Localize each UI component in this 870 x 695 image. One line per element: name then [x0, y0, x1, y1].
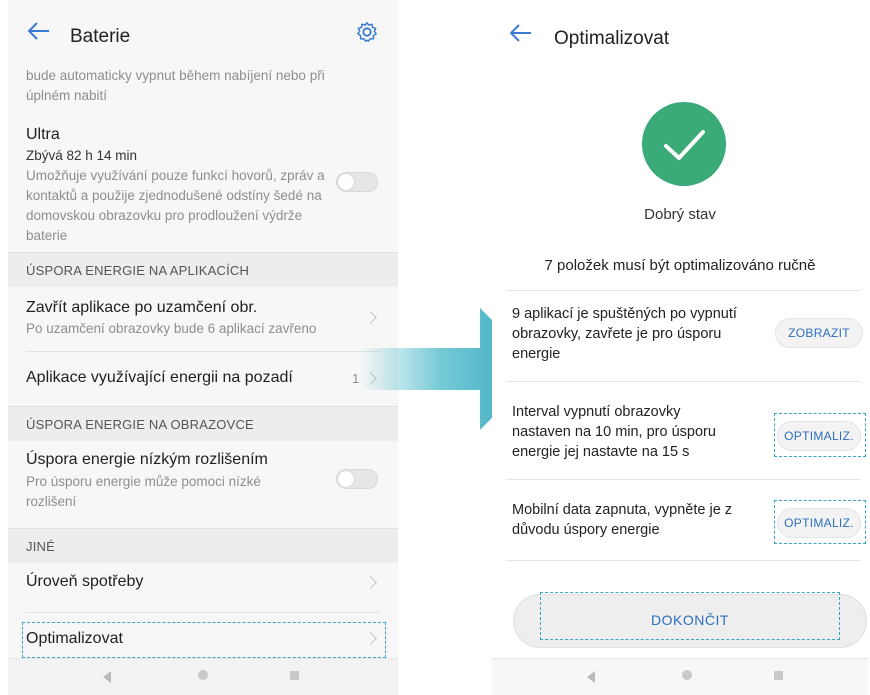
page-title: Baterie: [70, 26, 131, 47]
section-label: ÚSPORA ENERGIE NA OBRAZOVCE: [26, 417, 254, 432]
close-apps-title: Zavřít aplikace po uzamčení obr.: [26, 299, 258, 316]
optimize-screen: Optimalizovat Dobrý stav 7 položek musí …: [492, 0, 868, 695]
background-apps-count: 1: [352, 371, 360, 386]
back-arrow-icon[interactable]: [510, 24, 532, 42]
partial-description: bude automaticky vypnut během nabíjení n…: [26, 68, 325, 103]
close-apps-subtitle: Po uzamčení obrazovky bude 6 aplikací za…: [26, 321, 317, 336]
manual-items-count: 7 položek musí být optimalizováno ručně: [544, 257, 816, 274]
gear-icon[interactable]: [356, 21, 378, 43]
low-resolution-row: Úspora energie nízkým rozlišením Pro úsp…: [8, 441, 398, 528]
status-badge: [642, 102, 726, 186]
ultra-description: Umožňuje využívání pouze funkcí hovorů, …: [26, 168, 325, 243]
nav-back-icon[interactable]: [587, 671, 595, 683]
highlight-optimize-button: [774, 500, 866, 544]
section-header-other: JINÉ: [8, 528, 398, 564]
back-arrow-icon[interactable]: [28, 22, 50, 40]
divider: [506, 381, 860, 382]
consumption-level-title: Úroveň spotřeby: [26, 573, 144, 590]
check-icon: [664, 130, 705, 160]
low-res-toggle[interactable]: [336, 469, 378, 489]
nav-recent-icon[interactable]: [774, 671, 783, 680]
consumption-level-row[interactable]: Úroveň spotřeby: [8, 563, 398, 613]
background-apps-row[interactable]: Aplikace využívající energii na pozadí 1: [8, 352, 398, 406]
app-bar: Baterie: [8, 0, 398, 62]
highlight-optimize: [22, 622, 386, 658]
low-res-subtitle: Pro úsporu energie může pomoci nízké roz…: [26, 474, 261, 509]
toggle-knob: [338, 471, 354, 487]
section-label: JINÉ: [26, 539, 55, 554]
background-apps-title: Aplikace využívající energii na pozadí: [26, 369, 293, 386]
page-title: Optimalizovat: [554, 28, 670, 49]
low-res-title: Úspora energie nízkým rozlišením: [26, 451, 268, 468]
divider: [506, 560, 860, 561]
ultra-toggle[interactable]: [336, 172, 378, 192]
section-header-screen: ÚSPORA ENERGIE NA OBRAZOVCE: [8, 406, 398, 442]
optimize-item-text: 9 aplikací je spuštěných po vypnutí obra…: [512, 306, 737, 362]
navigation-bar: [492, 658, 868, 695]
nav-home-icon[interactable]: [198, 670, 208, 680]
highlight-optimize-button: [774, 413, 866, 457]
highlight-finish-button: [540, 592, 840, 640]
optimize-item-text: Mobilní data zapnuta, vypněte je z důvod…: [512, 502, 733, 538]
section-header-apps: ÚSPORA ENERGIE NA APLIKACÍCH: [8, 252, 398, 288]
divider: [506, 290, 860, 291]
nav-home-icon[interactable]: [682, 670, 692, 680]
status-text: Dobrý stav: [644, 206, 716, 223]
optimize-item-text: Interval vypnutí obrazovky nastaven na 1…: [512, 404, 716, 460]
ultra-title: Ultra: [26, 126, 60, 143]
close-apps-row[interactable]: Zavřít aplikace po uzamčení obr. Po uzam…: [8, 287, 398, 352]
chevron-right-icon: [364, 576, 377, 589]
divider: [506, 479, 860, 480]
section-label: ÚSPORA ENERGIE NA APLIKACÍCH: [26, 263, 250, 278]
navigation-bar: [8, 658, 398, 695]
ultra-remaining-time: Zbývá 82 h 14 min: [26, 148, 138, 163]
toggle-knob: [338, 174, 354, 190]
show-apps-button[interactable]: ZOBRAZIT: [776, 319, 862, 347]
nav-back-icon[interactable]: [103, 671, 111, 683]
nav-recent-icon[interactable]: [290, 671, 299, 680]
battery-screen: Baterie bude automaticky vypnut během na…: [8, 0, 398, 695]
